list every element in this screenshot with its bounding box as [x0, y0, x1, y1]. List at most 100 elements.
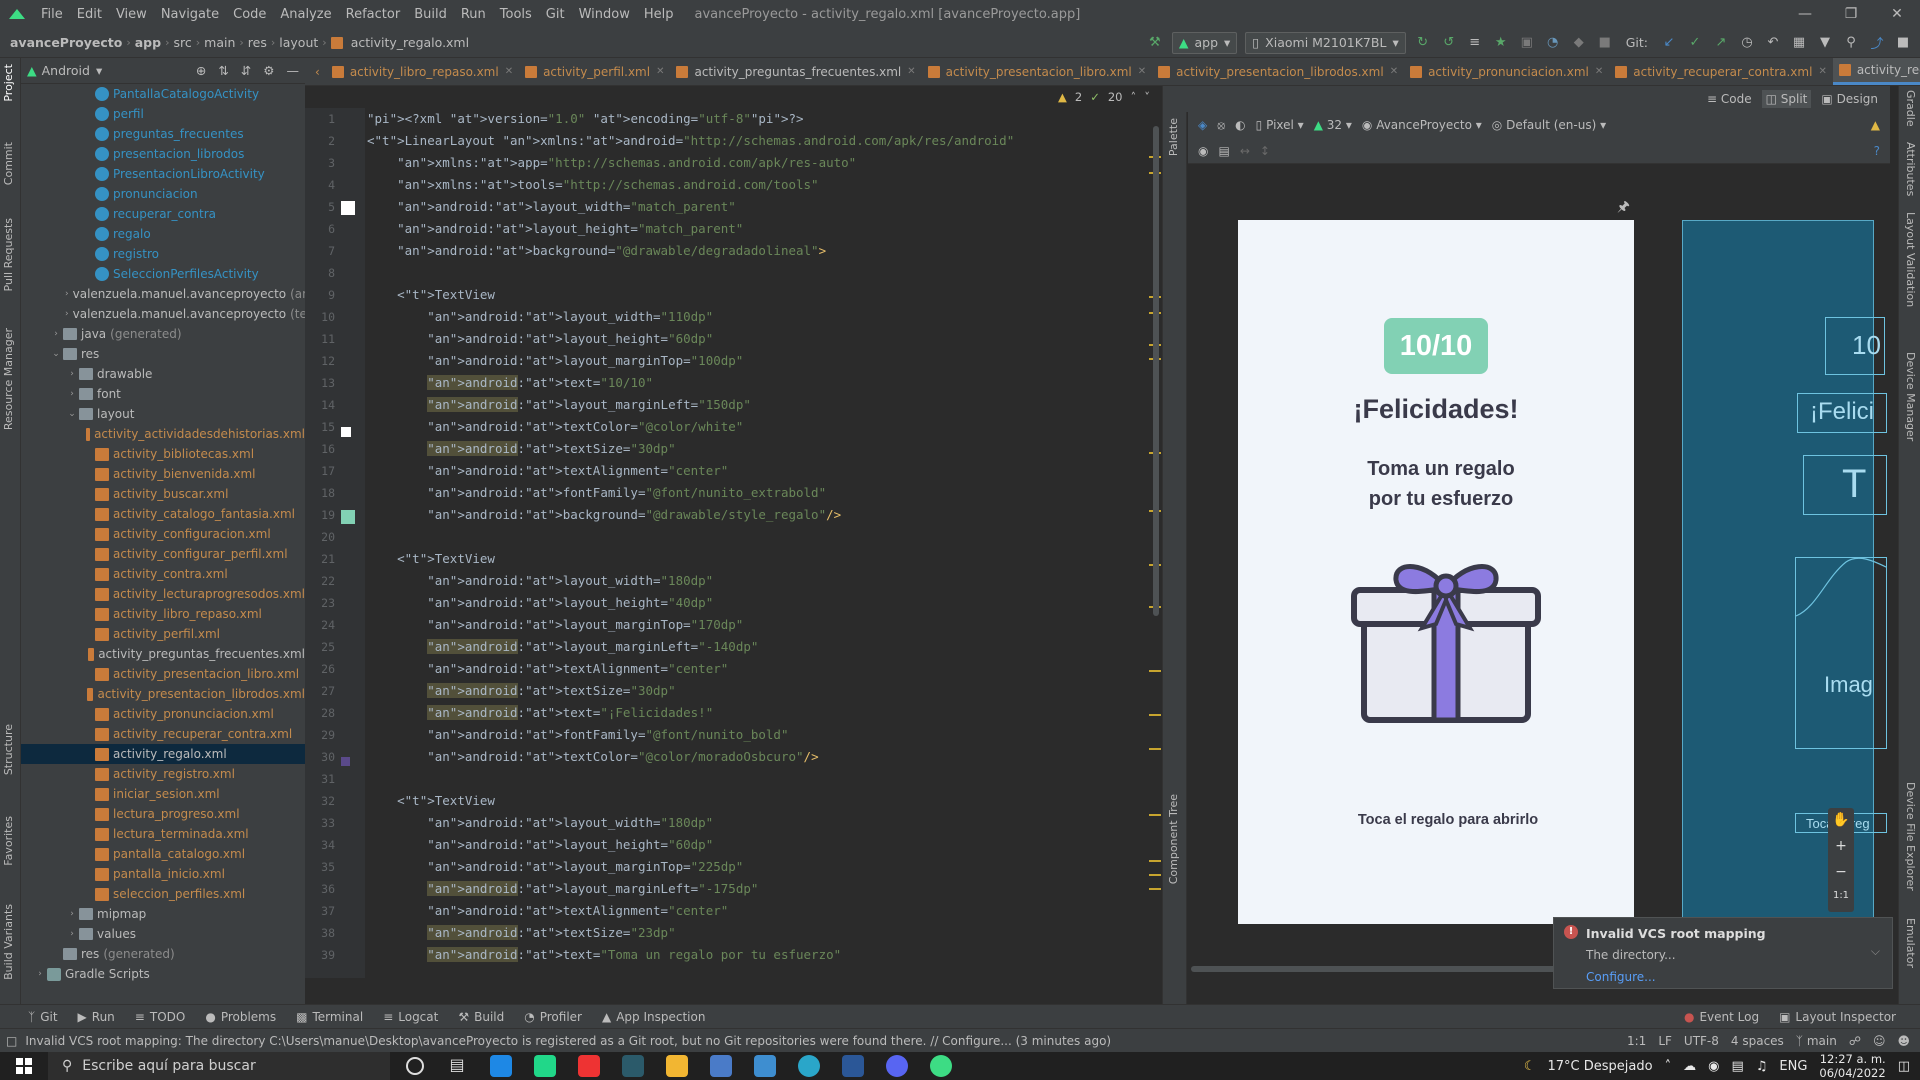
blueprint-image[interactable]: Imag	[1795, 557, 1887, 749]
blueprint-icon[interactable]: ▤	[1218, 144, 1229, 158]
todo-tool-button[interactable]: ≡ TODO	[125, 1010, 196, 1024]
pin-icon[interactable]: 🖈	[1617, 196, 1630, 220]
code-line[interactable]: "an">android:"at">background="@drawable/…	[367, 240, 1152, 262]
update-icon[interactable]: ⤴	[1868, 34, 1886, 52]
code-line[interactable]: "an">android:"at">textSize="30dp"	[367, 438, 1152, 460]
search-icon[interactable]: ⚲	[1842, 34, 1860, 52]
tree-item[interactable]: preguntas_frecuentes	[21, 124, 305, 144]
history-icon[interactable]: ◷	[1738, 34, 1756, 52]
code-line[interactable]: "pi"><?xml "at">version="1.0" "at">encod…	[367, 108, 1152, 130]
tree-item[interactable]: › valenzuela.manuel.avanceproyecto (te	[21, 304, 305, 324]
start-button[interactable]	[0, 1058, 48, 1074]
menu-git[interactable]: Git	[539, 7, 572, 22]
menu-refactor[interactable]: Refactor	[339, 7, 408, 22]
attach-debugger-icon[interactable]: ◆	[1570, 34, 1588, 52]
terminal-tool-button[interactable]: ▩ Terminal	[286, 1010, 373, 1024]
build-tool-button[interactable]: ⚒ Build	[448, 1010, 514, 1024]
tab-scroll-left-icon[interactable]: ‹	[305, 58, 326, 85]
restore-icon[interactable]: ❐	[1828, 6, 1874, 22]
tab-activity-presentacion-libro[interactable]: activity_presentacion_libro.xml ✕	[922, 58, 1153, 85]
vertical-constraint-icon[interactable]: ↕	[1260, 144, 1270, 158]
editor-scrollbar[interactable]	[1153, 126, 1159, 616]
tree-item[interactable]: activity_registro.xml	[21, 764, 305, 784]
tab-activity-recuperar-contra[interactable]: activity_recuperar_contra.xml ✕	[1609, 58, 1833, 85]
status-message[interactable]: Invalid VCS root mapping: The directory …	[17, 1034, 1111, 1048]
code-lines[interactable]: "pi"><?xml "at">version="1.0" "at">encod…	[367, 108, 1152, 978]
vscode-icon[interactable]	[490, 1055, 512, 1077]
breadcrumb-file[interactable]: activity_regalo.xml	[347, 35, 473, 50]
tree-item[interactable]: ⌄ res	[21, 344, 305, 364]
app-inspection-tool-button[interactable]: ▲ App Inspection	[592, 1010, 715, 1024]
menu-run[interactable]: Run	[454, 7, 493, 22]
chevron-down-icon[interactable]: ˅	[1144, 90, 1150, 104]
breadcrumb-main[interactable]: main	[200, 35, 239, 50]
code-line[interactable]: "an">android:"at">layout_height="60dp"	[367, 328, 1152, 350]
tree-item[interactable]: activity_catalogo_fantasia.xml	[21, 504, 305, 524]
mic-icon[interactable]: ◉	[1708, 1059, 1719, 1074]
device-manager-tool-button[interactable]: Device Manager	[1901, 352, 1917, 441]
code-line[interactable]: "an">android:"at">layout_marginLeft="-14…	[367, 636, 1152, 658]
debug-icon[interactable]: ★	[1492, 34, 1510, 52]
tree-item[interactable]: activity_lecturaprogresodos.xml	[21, 584, 305, 604]
orientation-icon[interactable]: ⦻	[1217, 118, 1225, 133]
code-line[interactable]: "an">android:"at">layout_marginTop="170d…	[367, 614, 1152, 636]
tree-item[interactable]: lectura_progreso.xml	[21, 804, 305, 824]
tree-item[interactable]: iniciar_sesion.xml	[21, 784, 305, 804]
close-icon[interactable]: ✕	[656, 66, 664, 77]
code-line[interactable]: "an">android:"at">layout_marginTop="100d…	[367, 350, 1152, 372]
project-view-select[interactable]: Android	[42, 63, 90, 78]
breadcrumb-res[interactable]: res	[244, 35, 271, 50]
notifications-icon[interactable]: ◫	[1898, 1059, 1910, 1074]
tree-item[interactable]: ›valenzuela.manuel.avanceproyecto(an	[21, 284, 305, 304]
tree-item[interactable]: seleccion_perfiles.xml	[21, 884, 305, 904]
tree-item[interactable]: pantalla_inicio.xml	[21, 864, 305, 884]
code-line[interactable]: "an">android:"at">textAlignment="center"	[367, 658, 1152, 680]
status-icon[interactable]: □	[0, 1034, 17, 1048]
tree-item[interactable]: › Gradle Scripts	[21, 964, 305, 984]
device-select[interactable]: ▯ Xiaomi M2101K7BL ▾	[1245, 31, 1406, 54]
chevron-right-icon[interactable]: ›	[65, 389, 79, 399]
taskbar-search[interactable]: ⚲ Escribe aquí para buscar	[48, 1052, 390, 1080]
tree-item[interactable]: PresentacionLibroActivity	[21, 164, 305, 184]
line-separator[interactable]: LF	[1658, 1034, 1672, 1048]
app-icon[interactable]	[754, 1055, 776, 1077]
tree-item[interactable]: › java (generated)	[21, 324, 305, 344]
code-line[interactable]: "an">android:"at">layout_width="180dp"	[367, 812, 1152, 834]
tree-item[interactable]: regalo	[21, 224, 305, 244]
code-editor[interactable]: ▲ 2 ✓ 20 ˄ ˅ 1 2 3 4 5 6 7 8 9 10 11 12 13 14 15 16 17 18 19…	[305, 86, 1162, 1004]
favorites-tool-button[interactable]: Favorites	[2, 816, 18, 866]
palette-tool-button[interactable]: Palette	[1167, 118, 1183, 156]
caret-position[interactable]: 1:1	[1627, 1034, 1646, 1048]
locate-icon[interactable]: ⊕	[196, 63, 206, 78]
tree-item[interactable]: activity_presentacion_libro.xml	[21, 664, 305, 684]
design-mode-button[interactable]: ▣ Design	[1821, 92, 1878, 106]
tree-item[interactable]: activity_configuracion.xml	[21, 524, 305, 544]
run-tool-button[interactable]: ▶ Run	[68, 1010, 125, 1024]
run-config-select[interactable]: ▲ app ▾	[1171, 31, 1238, 54]
code-line[interactable]: "an">android:"at">textSize="30dp"	[367, 680, 1152, 702]
menu-file[interactable]: File	[34, 7, 70, 22]
android-studio-icon[interactable]	[930, 1055, 952, 1077]
zoom-out-icon[interactable]: −	[1835, 864, 1847, 880]
warning-icon[interactable]: ▲	[1058, 90, 1067, 104]
tree-item[interactable]: registro	[21, 244, 305, 264]
close-icon[interactable]: ✕	[907, 66, 915, 77]
code-line[interactable]	[367, 526, 1152, 548]
code-line[interactable]: "an">android:"at">text="Toma un regalo p…	[367, 944, 1152, 966]
tree-item[interactable]: pronunciacion	[21, 184, 305, 204]
face-icon[interactable]: ☻	[1897, 1034, 1910, 1048]
chevron-right-icon[interactable]: ›	[33, 969, 47, 979]
configure-link[interactable]: Configure...	[1586, 970, 1656, 984]
tree-item[interactable]: activity_regalo.xml	[21, 744, 305, 764]
cortana-icon[interactable]	[406, 1057, 424, 1075]
tap-hint-label[interactable]: Toca el regalo para abrirlo	[1238, 812, 1658, 828]
gift-text-label[interactable]: Toma un regalo por tu esfuerzo	[1336, 454, 1546, 514]
chevron-up-icon[interactable]: ˄	[1665, 1059, 1672, 1074]
coverage-icon[interactable]: ▣	[1518, 34, 1536, 52]
weather-text[interactable]: 17°C Despejado	[1548, 1059, 1653, 1074]
lock-icon[interactable]: ☍	[1849, 1034, 1861, 1048]
menu-build[interactable]: Build	[407, 7, 454, 22]
tab-activity-libro-repaso[interactable]: activity_libro_repaso.xml ✕	[326, 58, 519, 85]
word-icon[interactable]	[842, 1055, 864, 1077]
commit-tool-button[interactable]: Commit	[2, 142, 18, 185]
